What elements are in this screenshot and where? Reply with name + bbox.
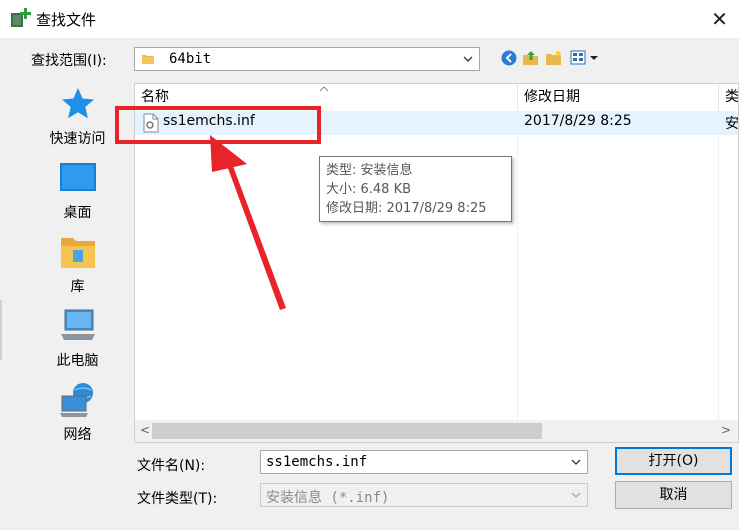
open-button[interactable]: 打开(O) [615, 447, 732, 475]
scroll-right-icon[interactable]: > [721, 423, 731, 437]
close-icon: ✕ [711, 7, 728, 31]
desktop-icon [59, 163, 96, 191]
file-info-tooltip: 类型: 安装信息 大小: 6.48 KB 修改日期: 2017/8/29 8:2… [319, 156, 512, 222]
file-name-combobox[interactable]: ss1emchs.inf [260, 450, 588, 474]
sidebar-item-label: 桌面 [63, 205, 92, 221]
window-title: 查找文件 [36, 11, 97, 29]
this-pc-icon [60, 309, 95, 340]
sort-ascending-icon [319, 86, 329, 92]
sidebar-item-this-pc[interactable]: 此电脑 [30, 308, 125, 370]
file-modified-date: 2017/8/29 8:25 [524, 113, 632, 129]
file-name-label: 文件名(N): [137, 458, 206, 474]
tooltip-type: 类型: 安装信息 [326, 163, 413, 178]
library-icon [60, 238, 95, 268]
tooltip-size: 大小: 6.48 KB [326, 182, 412, 197]
network-icon [59, 383, 93, 417]
sidebar-item-label: 此电脑 [56, 353, 99, 369]
folder-icon [142, 55, 154, 64]
header-divider[interactable] [517, 84, 518, 110]
column-divider [517, 110, 518, 420]
close-button[interactable]: ✕ [700, 0, 739, 38]
tooltip-date: 修改日期: 2017/8/29 8:25 [326, 201, 487, 216]
sidebar-item-label: 快速访问 [49, 131, 106, 147]
file-name-value[interactable]: ss1emchs.inf [266, 454, 367, 470]
chevron-down-icon[interactable] [569, 455, 583, 469]
left-edge-strip [0, 300, 2, 360]
chevron-down-icon [571, 492, 581, 498]
up-folder-icon[interactable] [522, 49, 540, 67]
column-header-type[interactable]: 类 [725, 84, 738, 110]
new-folder-icon[interactable] [545, 49, 563, 67]
look-in-value: 64bit [169, 51, 212, 67]
sidebar-item-label: 库 [70, 279, 85, 295]
chevron-down-icon [463, 56, 473, 62]
quick-access-star-icon [61, 88, 94, 119]
scrollbar-thumb[interactable] [152, 423, 542, 439]
sidebar-item-network[interactable]: 网络 [30, 382, 125, 444]
scroll-left-icon[interactable]: < [140, 423, 150, 437]
sidebar-item-desktop[interactable]: 桌面 [30, 162, 125, 222]
look-in-label: 查找范围(I): [31, 53, 107, 69]
view-menu-icon[interactable] [570, 49, 600, 67]
file-type-value: 安装信息 (*.inf) [266, 490, 390, 506]
column-divider [718, 110, 719, 420]
find-file-app-icon [11, 8, 31, 27]
title-bar: 查找文件 ✕ [0, 0, 739, 38]
sidebar-item-library[interactable]: 库 [30, 234, 125, 296]
back-icon[interactable] [500, 49, 518, 67]
look-in-dropdown[interactable]: 64bit [134, 47, 480, 71]
sidebar-item-label: 网络 [63, 427, 92, 443]
file-type: 安 [725, 116, 739, 132]
cancel-button[interactable]: 取消 [615, 481, 732, 509]
file-type-label: 文件类型(T): [137, 491, 218, 507]
column-header-date[interactable]: 修改日期 [524, 84, 580, 110]
places-sidebar: 快速访问 桌面 库 此电脑 网络 [30, 78, 125, 446]
header-divider[interactable] [718, 84, 719, 110]
horizontal-scrollbar[interactable]: < > [135, 420, 738, 442]
sidebar-item-quick-access[interactable]: 快速访问 [30, 86, 125, 148]
file-type-dropdown[interactable]: 安装信息 (*.inf) [260, 483, 588, 507]
annotation-highlight-box [115, 106, 321, 144]
